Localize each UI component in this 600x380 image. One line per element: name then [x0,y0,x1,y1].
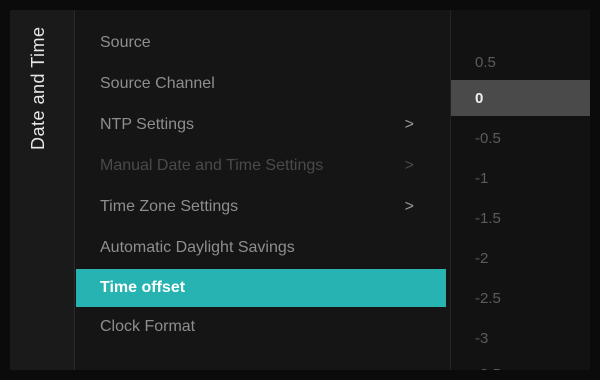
menu-item-time-zone-settings[interactable]: Time Zone Settings > [76,188,446,226]
menu-item-label: NTP Settings [100,116,194,133]
offset-option[interactable]: -0.5 [451,120,590,156]
menu-item-label: Time offset [100,279,186,296]
settings-menu: Source Source Channel NTP Settings > Man… [76,10,448,370]
menu-item-source[interactable]: Source [76,24,446,62]
divider [74,10,75,370]
chevron-right-icon: > [404,157,414,174]
date-time-settings-panel: Date and Time Source Source Channel NTP … [10,10,590,370]
offset-option[interactable]: -1 [451,160,590,196]
offset-option-selected[interactable]: 0 [451,80,590,116]
menu-item-clock-format[interactable]: Clock Format [76,308,446,346]
offset-option[interactable]: -1.5 [451,200,590,236]
menu-item-label: Clock Format [100,318,196,335]
time-offset-value-list: 0.5 0 -0.5 -1 -1.5 -2 -2.5 -3 -3.5 [450,10,590,370]
chevron-right-icon: > [404,198,414,215]
section-header: Date and Time [10,10,74,370]
offset-option[interactable]: 0.5 [451,44,590,80]
offset-option[interactable]: -2 [451,240,590,276]
menu-item-label: Source Channel [100,75,215,92]
menu-item-source-channel[interactable]: Source Channel [76,65,446,103]
menu-item-manual-date-time[interactable]: Manual Date and Time Settings > [76,147,446,185]
offset-option[interactable]: -3.5 [451,356,590,371]
offset-option[interactable]: -2.5 [451,280,590,316]
section-title: Date and Time [28,26,48,150]
chevron-right-icon: > [404,116,414,133]
menu-item-auto-daylight-savings[interactable]: Automatic Daylight Savings [76,229,446,267]
menu-item-time-offset[interactable]: Time offset [76,269,446,307]
menu-item-label: Time Zone Settings [100,198,239,215]
menu-item-label: Source [100,34,151,51]
menu-item-label: Manual Date and Time Settings [100,157,324,174]
menu-item-ntp-settings[interactable]: NTP Settings > [76,106,446,144]
menu-item-label: Automatic Daylight Savings [100,239,295,256]
offset-option[interactable]: -3 [451,320,590,356]
